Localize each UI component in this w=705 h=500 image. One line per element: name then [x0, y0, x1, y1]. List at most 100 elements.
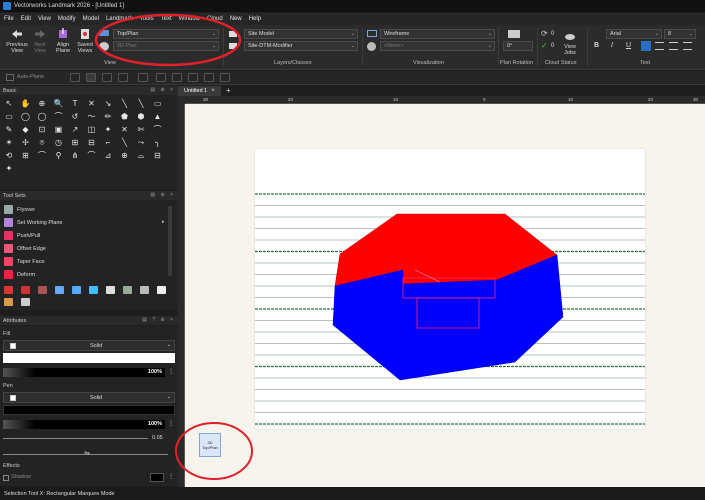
tool-set-working-plane[interactable]: Set Working Plane: [4, 217, 62, 228]
justify-button[interactable]: [683, 42, 692, 50]
fill-color-bar[interactable]: [3, 353, 175, 363]
tool-offset-edge[interactable]: Offset Edge: [4, 243, 46, 254]
saved-views-button[interactable]: Saved Views: [74, 28, 96, 54]
line-weight-slider[interactable]: [3, 438, 148, 439]
menu-text[interactable]: Text: [161, 16, 172, 22]
menu-new[interactable]: New: [230, 16, 242, 22]
basic-tool-icon[interactable]: ╲: [120, 99, 130, 109]
basic-tool-icon[interactable]: ✎: [4, 125, 14, 135]
document-tab[interactable]: Untitled 1 ×: [178, 86, 221, 96]
basic-tool-icon[interactable]: ↖: [4, 99, 14, 109]
basic-tool-icon[interactable]: T: [70, 99, 80, 109]
palette-controls-icon[interactable]: ▤ ⊕ ×: [150, 87, 175, 93]
arrowhead-icon[interactable]: ⇋: [84, 449, 90, 457]
basic-tool-icon[interactable]: ✕: [87, 99, 97, 109]
menu-modify[interactable]: Modify: [58, 16, 76, 22]
basic-tool-icon[interactable]: ╲: [120, 138, 130, 148]
plan-rotation-field[interactable]: 0°: [503, 41, 533, 51]
basic-tool-icon[interactable]: ✦: [103, 125, 113, 135]
tool-flyover[interactable]: Flyover: [4, 204, 35, 215]
menu-window[interactable]: Window: [179, 16, 200, 22]
basic-tool-icon[interactable]: ⊞: [21, 151, 31, 161]
tool-set-icon[interactable]: [21, 286, 30, 294]
pen-style-dropdown[interactable]: Solid ⌄: [3, 392, 175, 403]
menu-landmark[interactable]: Landmark: [106, 16, 133, 22]
basic-tool-icon[interactable]: ✢: [21, 138, 31, 148]
basic-tool-icon[interactable]: 〜: [87, 112, 97, 122]
auto-plane-toggle[interactable]: [6, 74, 14, 81]
basic-tool-icon[interactable]: ▲: [153, 112, 163, 122]
basic-tool-icon[interactable]: ◆: [21, 125, 31, 135]
tool-set-icon[interactable]: [21, 298, 30, 306]
menu-view[interactable]: View: [38, 16, 51, 22]
tool-set-icon[interactable]: [157, 286, 166, 294]
basic-tool-icon[interactable]: ↗: [70, 125, 80, 135]
snap-loci-button[interactable]: [220, 73, 230, 82]
basic-tool-icon[interactable]: ⌒: [37, 151, 47, 161]
more-icon[interactable]: ⋮: [168, 420, 174, 427]
basic-tool-icon[interactable]: ⬢: [136, 112, 146, 122]
tool-taper-face[interactable]: Taper Face: [4, 256, 45, 267]
align-plane-button[interactable]: Align Plane: [53, 28, 73, 54]
basic-tool-icon[interactable]: ▭: [4, 112, 14, 122]
tool-set-icon[interactable]: [89, 286, 98, 294]
previous-view-button[interactable]: Previous View: [5, 28, 29, 54]
basic-tool-icon[interactable]: ◫: [87, 125, 97, 135]
basic-tool-icon[interactable]: ✕: [120, 125, 130, 135]
shadow-color-swatch[interactable]: [150, 473, 164, 482]
drawing-area[interactable]: [185, 104, 705, 487]
basic-tool-icon[interactable]: ⌒: [54, 112, 64, 122]
tool-sets-scrollbar[interactable]: [168, 206, 172, 276]
menu-model[interactable]: Model: [83, 16, 99, 22]
palette-controls-icon[interactable]: ▤ ⊕ ×: [150, 192, 175, 198]
basic-tool-icon[interactable]: ⋔: [70, 151, 80, 161]
tool-deform[interactable]: Deform: [4, 269, 35, 280]
tool-push-pull[interactable]: Push/Pull: [4, 230, 40, 241]
menu-tools[interactable]: Tools: [140, 16, 154, 22]
pen-color-bar[interactable]: [3, 405, 175, 415]
drawing-canvas[interactable]: [185, 104, 705, 487]
basic-tool-icon[interactable]: ⌒: [87, 151, 97, 161]
basic-tool-icon[interactable]: ⊞: [70, 138, 80, 148]
basic-tool-icon[interactable]: ◯: [21, 112, 31, 122]
basic-tool-icon[interactable]: ✄: [136, 125, 146, 135]
basic-tool-icon[interactable]: ⊕: [120, 151, 130, 161]
basic-tool-icon[interactable]: ◷: [54, 138, 64, 148]
basic-tool-icon[interactable]: ⊟: [153, 151, 163, 161]
smart-points-button[interactable]: [172, 73, 182, 82]
font-size-dropdown[interactable]: 8 ⌄: [664, 29, 696, 39]
menu-help[interactable]: Help: [249, 16, 261, 22]
align-right-button[interactable]: [669, 42, 678, 50]
next-view-button[interactable]: Next View: [30, 28, 50, 54]
basic-tool-icon[interactable]: ⊟: [87, 138, 97, 148]
basic-tool-icon[interactable]: ⌓: [136, 151, 146, 161]
smart-edge-button[interactable]: [188, 73, 198, 82]
fill-opacity-slider[interactable]: 100%: [3, 368, 165, 377]
basic-tool-icon[interactable]: ⚲: [54, 151, 64, 161]
basic-tool-icon[interactable]: ⊿: [103, 151, 113, 161]
underline-button[interactable]: U: [626, 42, 631, 49]
fill-style-dropdown[interactable]: Solid ⌄: [3, 340, 175, 351]
snap-angle-button[interactable]: [102, 73, 112, 82]
snap-object-button[interactable]: [86, 73, 96, 82]
view-dropdown[interactable]: Top/Plan ⌄: [113, 29, 219, 39]
lighting-dropdown[interactable]: <None> ⌄: [380, 41, 495, 51]
tool-set-icon[interactable]: [55, 286, 64, 294]
basic-tool-icon[interactable]: ↺: [70, 112, 80, 122]
view-jobs-button[interactable]: View Jobs: [561, 30, 579, 56]
basic-tool-icon[interactable]: ✏: [103, 112, 113, 122]
render-mode-dropdown[interactable]: Wireframe ⌄: [380, 29, 495, 39]
tool-set-icon[interactable]: [72, 286, 81, 294]
menu-cloud[interactable]: Cloud: [207, 16, 223, 22]
basic-tool-icon[interactable]: ↘: [103, 99, 113, 109]
basic-tool-icon[interactable]: ⌐: [103, 138, 113, 148]
projection-dropdown[interactable]: 2D Plan ⌄: [113, 41, 219, 51]
menu-file[interactable]: File: [4, 16, 14, 22]
attributes-header[interactable]: Attributes ▤ ? ⊕ ×: [0, 316, 178, 325]
basic-tool-icon[interactable]: ⊡: [37, 125, 47, 135]
basic-tool-icon[interactable]: ▣: [54, 125, 64, 135]
pen-opacity-slider[interactable]: 100%: [3, 420, 165, 429]
basic-tool-icon[interactable]: ▭: [153, 99, 163, 109]
basic-tool-icon[interactable]: ✦: [4, 164, 14, 174]
basic-tool-icon[interactable]: ⊕: [37, 99, 47, 109]
